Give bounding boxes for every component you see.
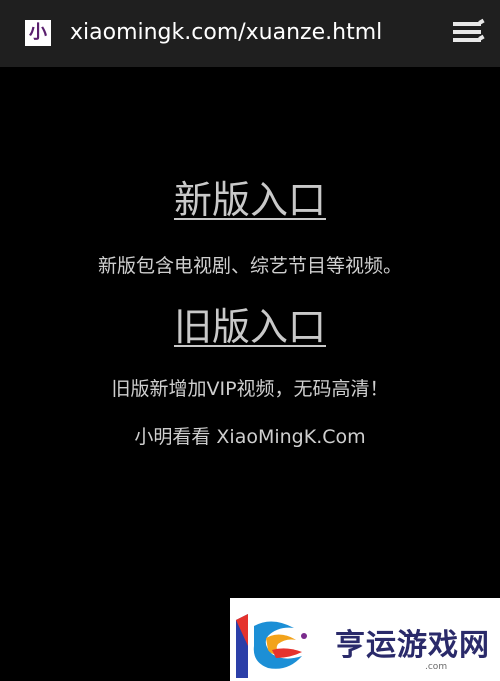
watermark-banner: 亨运游戏网 .com xyxy=(230,598,500,681)
old-version-description: 旧版新增加VIP视频，无码高清！ xyxy=(111,378,389,400)
site-favicon-icon: 小 xyxy=(25,20,51,46)
page: 小 xiaomingk.com/xuanze.html 新版入口 新版包含电视剧… xyxy=(0,0,500,681)
site-name: 小明看看 XiaoMingK.Com xyxy=(134,426,366,448)
browser-address-bar: 小 xiaomingk.com/xuanze.html xyxy=(0,0,500,67)
new-version-entry-link[interactable]: 新版入口 xyxy=(174,177,326,223)
old-version-entry-link[interactable]: 旧版入口 xyxy=(174,304,326,350)
watermark-brand-text: 亨运游戏网 xyxy=(335,628,490,663)
hamburger-menu-icon[interactable] xyxy=(450,18,486,48)
new-version-description: 新版包含电视剧、综艺节目等视频。 xyxy=(97,255,402,277)
watermark-logo-icon xyxy=(232,606,322,678)
watermark-domain-text: .com xyxy=(425,662,448,672)
url-text[interactable]: xiaomingk.com/xuanze.html xyxy=(70,18,382,48)
